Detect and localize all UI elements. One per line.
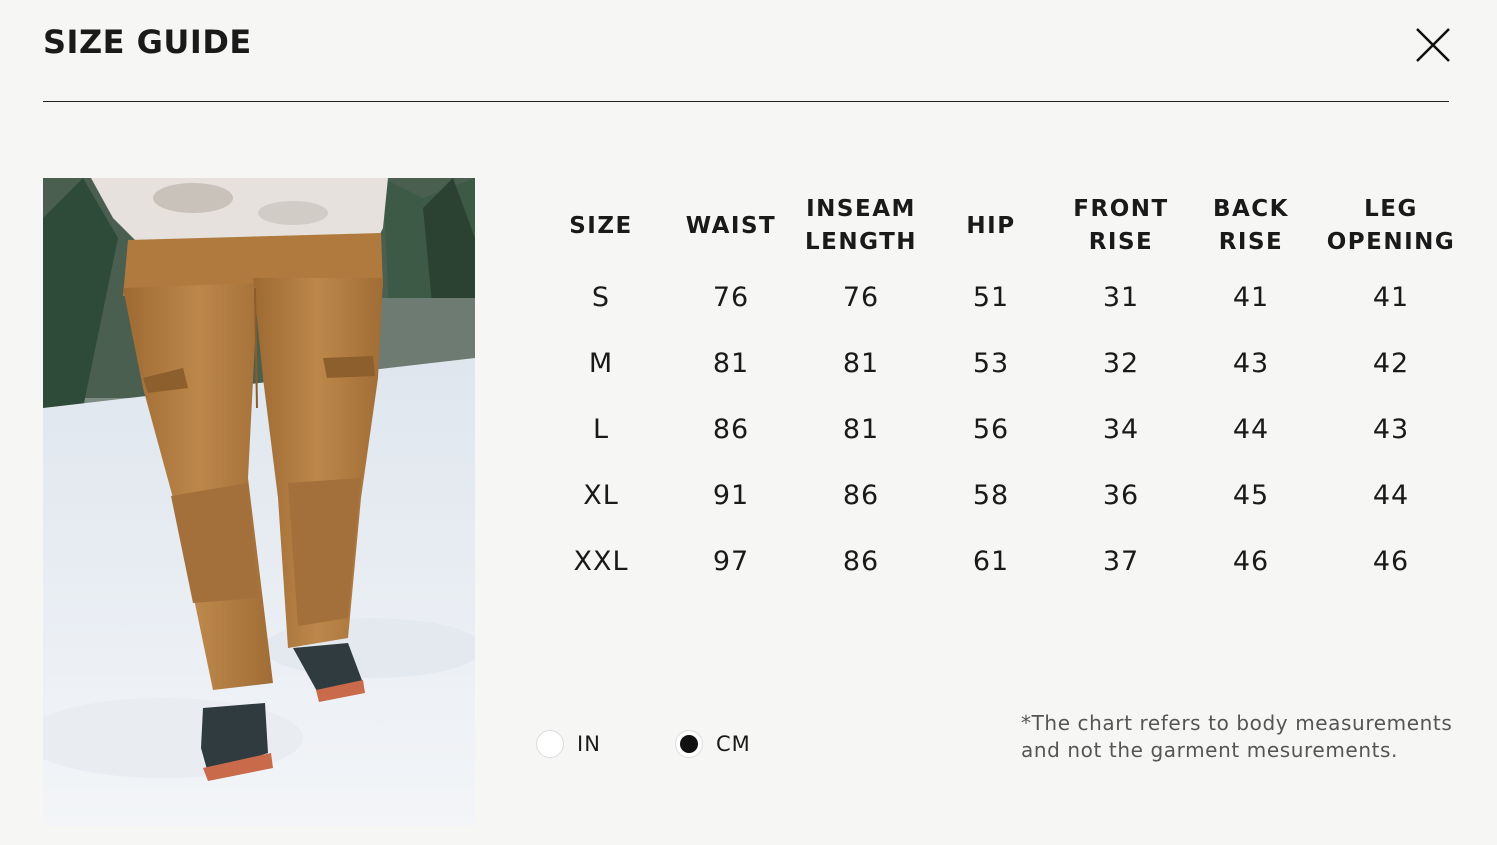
table-cell: 41 [1372, 281, 1410, 313]
table-cell: 32 [1102, 347, 1140, 379]
table-cell: 76 [842, 281, 880, 313]
unit-option-in[interactable]: IN [536, 730, 601, 758]
note-line-2: and not the garment mesurements. [1021, 738, 1399, 762]
table-cell: 34 [1102, 413, 1140, 445]
table-cell: 81 [712, 347, 750, 379]
table-cell: 42 [1372, 347, 1410, 379]
table-cell: 44 [1372, 479, 1410, 511]
table-cell: 37 [1102, 545, 1140, 577]
close-icon [1416, 28, 1450, 62]
column-header-waist: WAIST [685, 212, 777, 239]
size-guide-modal: SIZE GUIDE SIZE WAIST INSEAM LENGTH HIP … [0, 0, 1497, 845]
table-cell: 56 [972, 413, 1010, 445]
table-cell: 43 [1372, 413, 1410, 445]
table-row: L 86 81 56 34 44 43 [536, 396, 1466, 462]
column-header-back-rise: BACK RISE [1212, 196, 1290, 255]
table-cell: 91 [712, 479, 750, 511]
table-cell: 97 [712, 545, 750, 577]
table-cell: 53 [972, 347, 1010, 379]
table-cell: 43 [1232, 347, 1270, 379]
table-cell: M [588, 347, 614, 379]
note-line-1: *The chart refers to body measurements [1021, 711, 1453, 735]
table-cell: 86 [842, 545, 880, 577]
table-cell: S [591, 281, 611, 313]
column-header-hip: HIP [966, 212, 1016, 239]
measurement-note: *The chart refers to body measurements a… [1021, 710, 1461, 764]
product-photo [43, 178, 475, 826]
column-header-size: SIZE [569, 212, 633, 239]
column-header-leg-opening: LEG OPENING [1326, 196, 1456, 255]
table-row: S 76 76 51 31 41 41 [536, 264, 1466, 330]
table-cell: 36 [1102, 479, 1140, 511]
table-cell: 58 [972, 479, 1010, 511]
table-row: XXL 97 86 61 37 46 46 [536, 528, 1466, 594]
table-cell: 76 [712, 281, 750, 313]
size-chart-table: SIZE WAIST INSEAM LENGTH HIP FRONT RISE BA… [536, 188, 1466, 594]
table-cell: 81 [842, 413, 880, 445]
close-button[interactable] [1414, 26, 1452, 64]
table-header-row: SIZE WAIST INSEAM LENGTH HIP FRONT RISE BA… [536, 188, 1466, 264]
table-cell: 51 [972, 281, 1010, 313]
radio-selected-icon[interactable] [675, 730, 703, 758]
table-cell: 86 [842, 479, 880, 511]
header-divider [43, 101, 1449, 102]
radio-unselected-icon[interactable] [536, 730, 564, 758]
table-cell: 41 [1232, 281, 1270, 313]
table-cell: 61 [972, 545, 1010, 577]
unit-label-in: IN [577, 732, 601, 756]
column-header-inseam-length: INSEAM LENGTH [804, 196, 918, 255]
table-cell: XXL [573, 545, 629, 577]
table-cell: 46 [1232, 545, 1270, 577]
table-cell: L [592, 413, 610, 445]
table-row: M 81 81 53 32 43 42 [536, 330, 1466, 396]
table-cell: 44 [1232, 413, 1270, 445]
table-cell: XL [583, 479, 619, 511]
table-cell: 31 [1102, 281, 1140, 313]
column-header-front-rise: FRONT RISE [1073, 196, 1169, 255]
table-cell: 86 [712, 413, 750, 445]
table-cell: 46 [1372, 545, 1410, 577]
unit-option-cm[interactable]: CM [675, 730, 751, 758]
unit-label-cm: CM [716, 732, 751, 756]
table-cell: 81 [842, 347, 880, 379]
page-title: SIZE GUIDE [43, 23, 252, 61]
table-cell: 45 [1232, 479, 1270, 511]
table-row: XL 91 86 58 36 45 44 [536, 462, 1466, 528]
